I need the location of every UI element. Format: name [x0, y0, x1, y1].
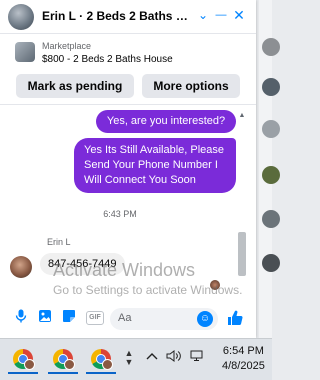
contact-avatar[interactable] [262, 254, 280, 272]
sticker-icon[interactable] [60, 309, 78, 327]
windows-taskbar: ▲ ▼ 6:54 PM 4/8/2025 [0, 338, 272, 380]
network-icon[interactable] [190, 350, 206, 365]
scroll-up-arrow-icon[interactable]: ▲ [238, 112, 246, 120]
sender-name: Erin L [47, 237, 71, 247]
active-indicator [8, 372, 38, 374]
message-timestamp: 6:43 PM [103, 209, 137, 219]
show-hidden-icons-icon[interactable] [146, 350, 158, 364]
volume-icon[interactable] [166, 350, 182, 365]
outgoing-message[interactable]: Yes Its Still Available, Please Send You… [74, 138, 236, 193]
chat-title[interactable]: Erin L · 2 Beds 2 Baths Hou... [42, 9, 192, 23]
message-composer: GIF Aa ☺ [0, 305, 256, 333]
close-icon[interactable]: ✕ [230, 6, 248, 24]
listing-thumbnail[interactable] [15, 42, 35, 62]
emoji-icon[interactable]: ☺ [197, 311, 213, 327]
active-indicator [48, 372, 78, 374]
seen-receipt-avatar [210, 280, 220, 290]
taskbar-scroll-icon[interactable]: ▲ ▼ [124, 349, 134, 367]
photo-icon[interactable] [36, 309, 54, 327]
taskbar-clock[interactable]: 6:54 PM 4/8/2025 [222, 344, 265, 374]
minimize-icon[interactable]: — [212, 6, 230, 24]
mark-as-pending-button[interactable]: Mark as pending [16, 74, 134, 98]
contact-avatar[interactable] [262, 38, 280, 56]
chat-header[interactable]: Erin L · 2 Beds 2 Baths Hou... ⌄ — ✕ [0, 0, 256, 34]
contact-avatar[interactable] [262, 166, 280, 184]
contact-avatar[interactable] [262, 210, 280, 228]
mic-icon[interactable] [12, 309, 30, 327]
outgoing-message[interactable]: Yes, are you interested? [96, 110, 236, 133]
more-options-button[interactable]: More options [142, 74, 240, 98]
contact-avatar[interactable] [262, 78, 280, 96]
incoming-message[interactable]: 847-456-7449 [40, 253, 125, 275]
watermark-line-2: Go to Settings to activate Windows. [53, 283, 243, 297]
chevron-down-icon[interactable]: ⌄ [194, 6, 212, 24]
contact-avatar[interactable] [262, 120, 280, 138]
chrome-taskbar-button[interactable] [48, 344, 78, 374]
contacts-rail [259, 0, 280, 338]
scrollbar-thumb[interactable] [238, 232, 246, 276]
marketplace-label: Marketplace [42, 41, 92, 51]
contact-avatar[interactable] [8, 4, 34, 30]
profile-badge [24, 359, 35, 370]
thumbs-up-icon[interactable] [226, 309, 244, 332]
listing-title[interactable]: $800 - 2 Beds 2 Baths House [42, 54, 173, 65]
message-input-placeholder: Aa [118, 312, 132, 324]
message-scrollbar[interactable]: ▲ [238, 112, 246, 280]
chrome-taskbar-button[interactable] [8, 344, 38, 374]
chat-window: Erin L · 2 Beds 2 Baths Hou... ⌄ — ✕ Mar… [0, 0, 256, 338]
clock-time: 6:54 PM [222, 345, 264, 357]
message-input[interactable]: Aa ☺ [110, 308, 218, 330]
gif-icon[interactable]: GIF [86, 311, 104, 325]
clock-date: 4/8/2025 [222, 360, 265, 372]
active-indicator [86, 372, 116, 374]
profile-badge [102, 359, 113, 370]
chrome-taskbar-button[interactable] [86, 344, 116, 374]
sender-avatar[interactable] [10, 256, 32, 278]
marketplace-banner: Marketplace $800 - 2 Beds 2 Baths House … [0, 34, 256, 105]
profile-badge [64, 359, 75, 370]
